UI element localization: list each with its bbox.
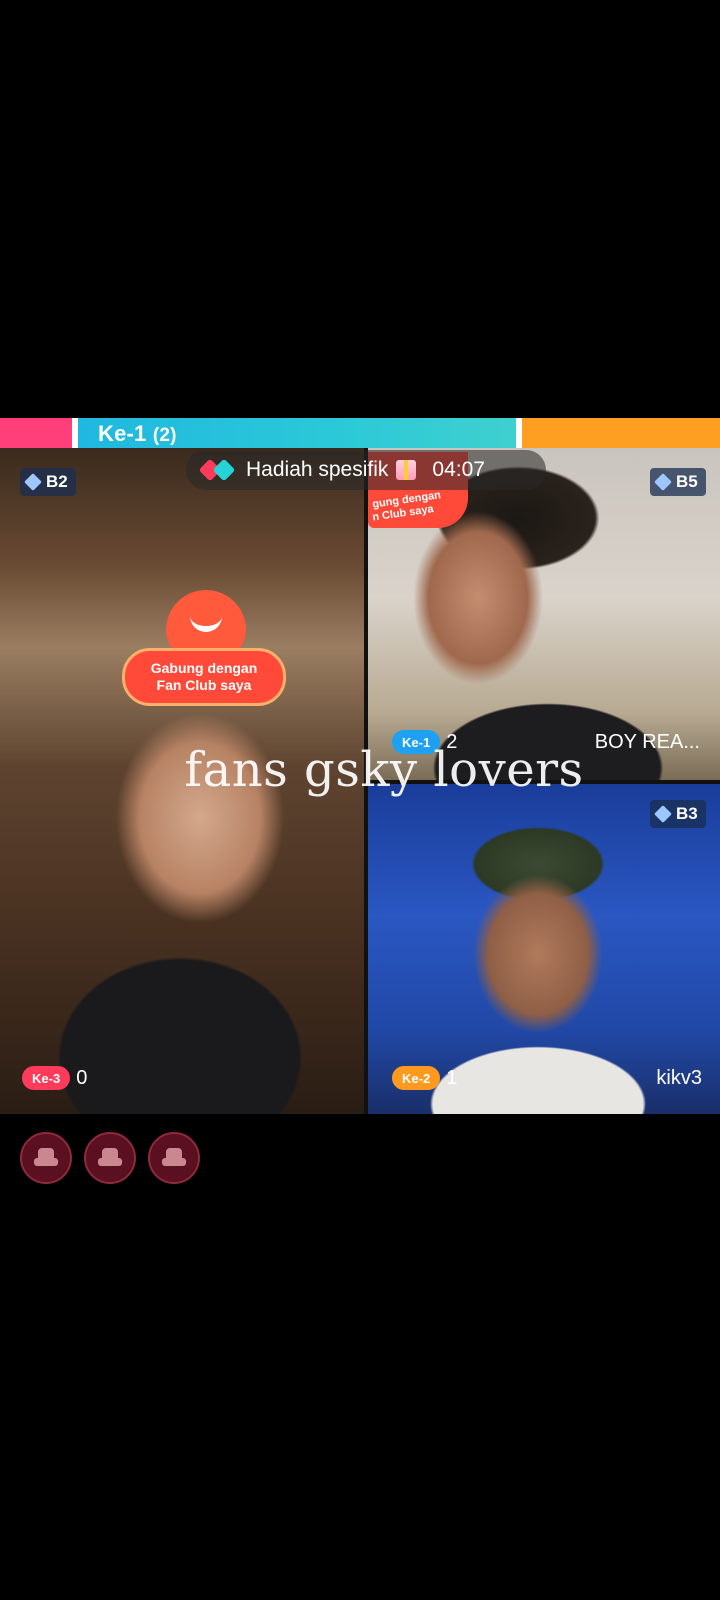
rank-badge-guest-1[interactable]: B5	[650, 468, 706, 496]
seat-icon	[161, 1148, 187, 1168]
score-segment-left	[0, 418, 72, 448]
position-badge-guest-2: Ke-2 1	[392, 1064, 457, 1092]
diamond-icon	[24, 473, 42, 491]
position-badge-host: Ke-3 0	[22, 1064, 87, 1092]
position-tag: Ke-2	[392, 1066, 441, 1090]
overlay-caption: fans gsky lovers	[184, 742, 584, 798]
seat-button[interactable]	[148, 1132, 200, 1184]
battle-score-bar: Ke-1 (2)	[0, 418, 720, 448]
sticker-line1: Gabung dengan	[150, 660, 258, 676]
seat-button[interactable]	[20, 1132, 72, 1184]
gift-banner-text: Hadiah spesifik	[246, 458, 389, 481]
gift-timer: 04:07	[432, 458, 485, 481]
position-score: 0	[76, 1066, 88, 1089]
audience-seats	[20, 1132, 200, 1184]
gift-box-icon	[396, 460, 417, 480]
sticker-line2: Fan Club saya	[156, 677, 252, 693]
fan-club-sticker[interactable]: Gabung dengan Fan Club saya	[122, 590, 286, 714]
score-label: Ke-1 (2)	[98, 421, 177, 447]
score-rank-label: Ke-1	[98, 421, 147, 446]
seat-button[interactable]	[84, 1132, 136, 1184]
seat-icon	[97, 1148, 123, 1168]
rank-badge-label: B2	[46, 472, 68, 491]
guest-2-name[interactable]: kikv3	[656, 1067, 702, 1090]
gift-banner[interactable]: Hadiah spesifik 04:07	[186, 450, 546, 490]
diamond-icon	[654, 805, 672, 823]
rank-badge-guest-2[interactable]: B3	[650, 800, 706, 828]
score-segment-right	[522, 418, 720, 448]
seat-icon	[33, 1148, 59, 1168]
fan-club-banner: Gabung dengan Fan Club saya	[122, 648, 286, 706]
rank-badge-label: B5	[676, 472, 698, 491]
gift-diamond-icon	[198, 458, 236, 482]
score-segment-middle: Ke-1 (2)	[78, 418, 516, 448]
position-tag: Ke-3	[22, 1066, 71, 1090]
diamond-icon	[654, 473, 672, 491]
rank-badge-host[interactable]: B2	[20, 468, 76, 496]
position-score: 1	[446, 1066, 458, 1089]
score-count: (2)	[152, 425, 177, 446]
rank-badge-label: B3	[676, 804, 698, 823]
